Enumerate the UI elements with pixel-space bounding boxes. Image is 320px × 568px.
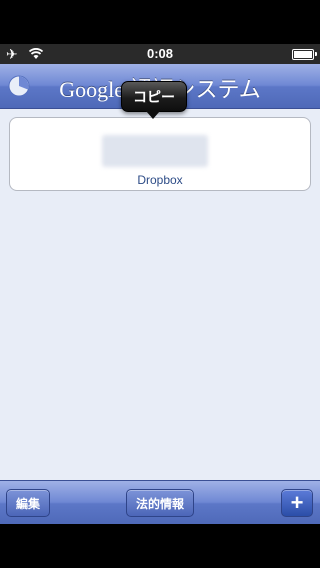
add-account-button[interactable]: + — [281, 489, 313, 517]
bottom-toolbar: 編集 法的情報 + — [0, 480, 320, 525]
battery-tip — [315, 52, 317, 56]
edit-button[interactable]: 編集 — [6, 489, 50, 517]
countdown-clock-icon — [8, 75, 30, 97]
tooltip-arrow — [146, 111, 160, 119]
account-card-dropbox[interactable]: Dropbox — [9, 117, 311, 191]
status-bar: ✈ 0:08 — [0, 44, 320, 64]
plus-icon: + — [290, 490, 304, 515]
battery-icon — [292, 49, 314, 60]
accounts-list: Dropbox — [0, 109, 320, 480]
bottom-letterbox — [0, 524, 320, 568]
copy-tooltip[interactable]: コピー — [121, 81, 187, 112]
status-time: 0:08 — [146, 46, 174, 61]
account-name-label: Dropbox — [137, 173, 183, 187]
legal-info-button[interactable]: 法的情報 — [126, 489, 194, 517]
verification-code-masked[interactable] — [102, 135, 208, 167]
